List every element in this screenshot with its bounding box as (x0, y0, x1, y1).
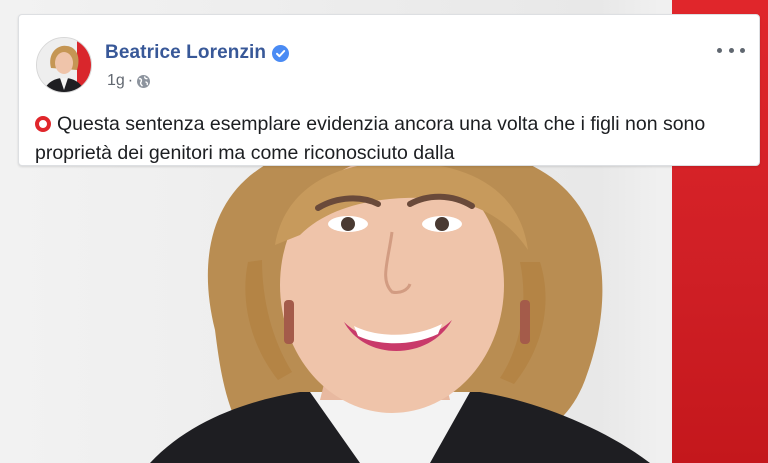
meta-separator: · (127, 72, 134, 89)
post-text: Questa sentenza esemplare evidenzia anco… (35, 110, 749, 168)
avatar[interactable] (36, 37, 92, 93)
more-dot (728, 47, 734, 53)
avatar-portrait (37, 38, 91, 92)
author-row: Beatrice Lorenzin (105, 42, 290, 64)
red-circle-icon (35, 116, 51, 132)
facebook-post-card: Beatrice Lorenzin 1g · Questa sentenza e… (18, 14, 760, 166)
post-text-line2: proprietà dei genitori ma come riconosci… (35, 142, 455, 164)
post-timestamp[interactable]: 1g (107, 72, 125, 90)
more-dot (717, 47, 722, 53)
post-text-line1: Questa sentenza esemplare evidenzia anco… (57, 113, 706, 135)
post-meta: 1g · (107, 72, 151, 90)
author-name-link[interactable]: Beatrice Lorenzin (105, 42, 266, 64)
verified-badge-icon (272, 44, 290, 62)
more-dot (740, 47, 745, 53)
globe-icon[interactable] (136, 74, 151, 89)
more-options-icon[interactable] (717, 41, 745, 59)
